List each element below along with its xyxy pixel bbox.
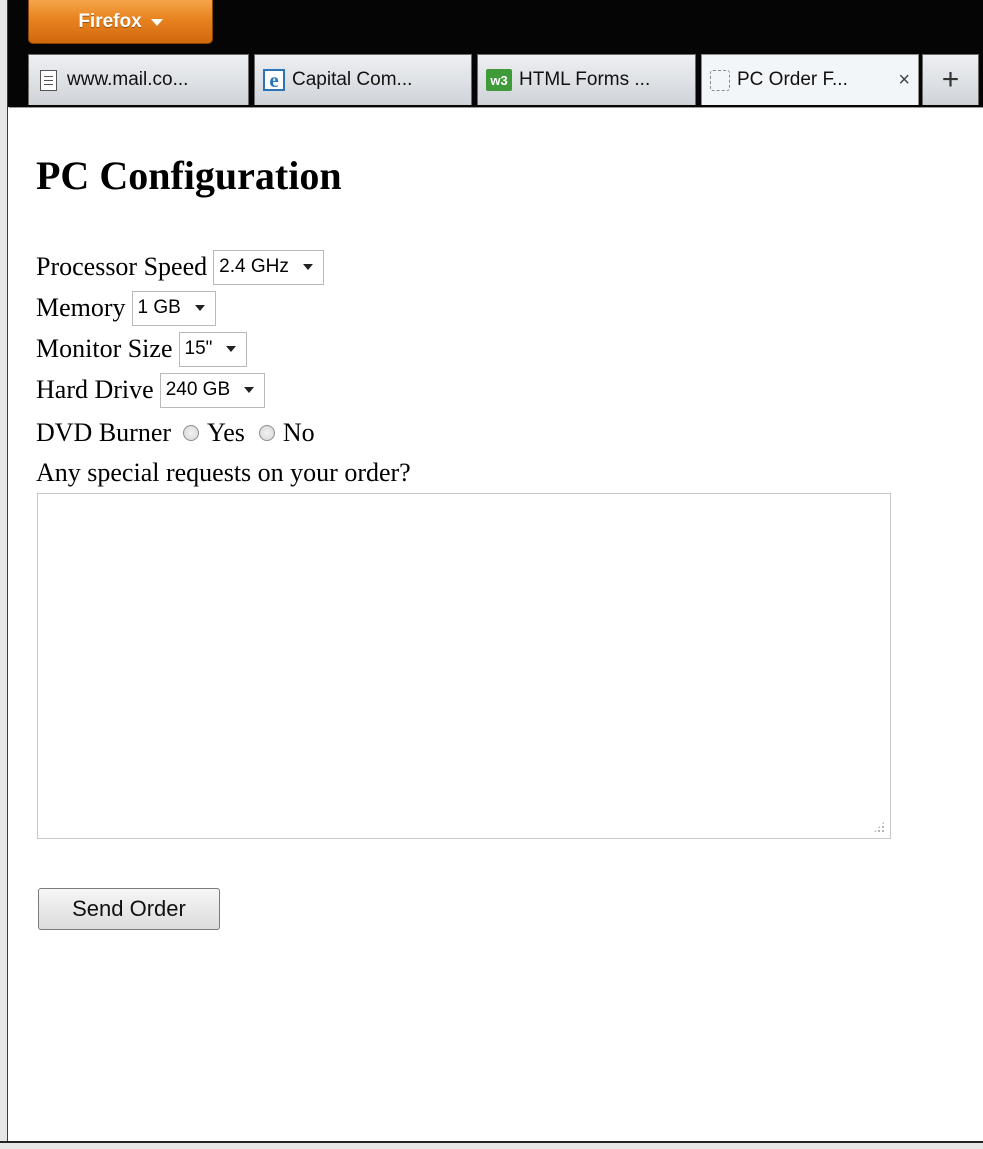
memory-value: 1 GB <box>137 297 181 318</box>
window-frame-bottom <box>0 1141 983 1149</box>
close-tab-icon[interactable]: × <box>890 69 910 92</box>
monitor-row: Monitor Size 15" <box>36 329 248 369</box>
processor-label: Processor Speed <box>36 252 208 281</box>
firefox-menu-button[interactable]: Firefox <box>28 0 213 44</box>
dvd-yes-label[interactable]: Yes <box>207 418 245 448</box>
memory-row: Memory 1 GB <box>36 288 216 328</box>
hard-drive-label: Hard Drive <box>36 375 154 404</box>
monitor-size-select[interactable]: 15" <box>178 331 248 367</box>
capital-e-icon: e <box>263 69 285 91</box>
chevron-down-icon <box>226 346 237 352</box>
dropdown-caret-icon <box>150 19 163 26</box>
dvd-no-label[interactable]: No <box>283 418 315 448</box>
hard-drive-row: Hard Drive 240 GB <box>36 370 266 410</box>
send-order-button[interactable]: Send Order <box>38 888 220 930</box>
chevron-down-icon <box>244 387 255 393</box>
tab-title: Capital Com... <box>292 69 413 90</box>
hard-drive-value: 240 GB <box>165 379 231 400</box>
tab-title: HTML Forms ... <box>519 69 651 90</box>
monitor-label: Monitor Size <box>36 334 173 363</box>
processor-speed-select[interactable]: 2.4 GHz <box>213 249 324 285</box>
tab-title: www.mail.co... <box>67 69 189 90</box>
firefox-menu-label: Firefox <box>78 10 142 32</box>
blank-page-icon <box>710 69 730 91</box>
title-bar: Firefox <box>8 0 983 46</box>
dvd-yes-radio[interactable] <box>183 425 200 441</box>
window-frame-left <box>0 0 8 1149</box>
memory-label: Memory <box>36 293 126 322</box>
memory-select[interactable]: 1 GB <box>131 290 216 326</box>
requests-row: Any special requests on your order? <box>36 453 411 493</box>
page-title: PC Configuration <box>36 153 342 198</box>
dvd-row: DVD Burner Yes No <box>36 413 315 453</box>
chevron-down-icon <box>194 305 205 311</box>
tab-strip: www.mail.co... e Capital Com... w3 HTML … <box>8 46 983 107</box>
processor-row: Processor Speed 2.4 GHz <box>36 247 324 287</box>
hard-drive-select[interactable]: 240 GB <box>159 372 266 408</box>
monitor-size-value: 15" <box>184 338 213 359</box>
processor-speed-value: 2.4 GHz <box>219 256 289 277</box>
tab-mail[interactable]: www.mail.co... <box>28 54 249 105</box>
tab-pc-order[interactable]: PC Order F... × <box>701 54 919 105</box>
chevron-down-icon <box>302 264 313 270</box>
page-icon <box>40 69 57 91</box>
tab-title: PC Order F... <box>737 69 848 90</box>
requests-label: Any special requests on your order? <box>36 458 411 487</box>
page-content: PC Configuration Processor Speed 2.4 GHz… <box>9 107 983 1143</box>
dvd-no-radio[interactable] <box>258 425 275 441</box>
special-requests-textarea[interactable] <box>37 493 891 839</box>
tab-html-forms[interactable]: w3 HTML Forms ... <box>477 54 696 105</box>
w3schools-icon: w3 <box>486 69 512 91</box>
dvd-label: DVD Burner <box>36 418 172 447</box>
new-tab-button[interactable]: + <box>922 54 979 105</box>
tab-capital[interactable]: e Capital Com... <box>254 54 472 105</box>
